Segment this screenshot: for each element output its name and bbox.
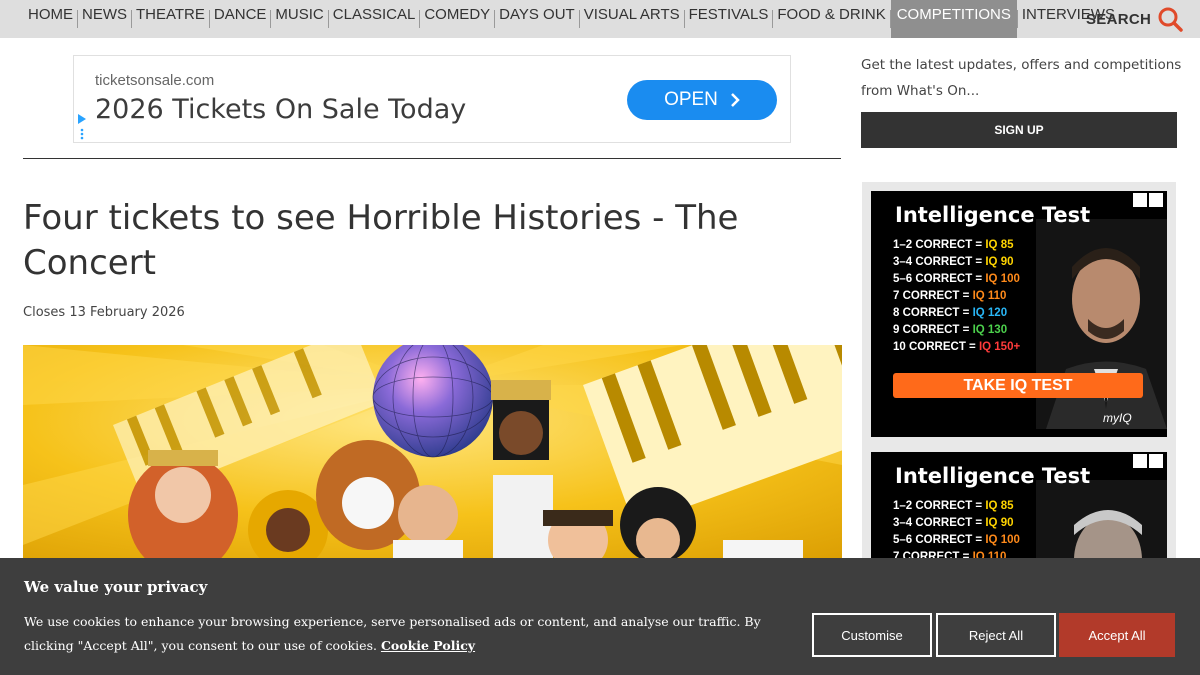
iq-score-row: 1–2 CORRECT = IQ 85 (893, 498, 1020, 515)
iq-brand-logo: myIQ (1103, 411, 1132, 425)
nav-item-theatre[interactable]: THEATRE (132, 0, 209, 38)
iq-ad-list: 1–2 CORRECT = IQ 85 3–4 CORRECT = IQ 90 5–… (893, 498, 1020, 558)
ad-close-icon[interactable] (1149, 454, 1163, 468)
adchoices-icon[interactable] (1133, 454, 1147, 468)
nav-item-festivals[interactable]: FESTIVALS (685, 0, 773, 38)
iq-score-value: IQ 100 (985, 273, 1020, 285)
adchoices-icon[interactable] (77, 112, 87, 142)
ad-domain: ticketsonsale.com (95, 72, 215, 89)
iq-score-value: IQ 90 (985, 256, 1014, 268)
adchoices-icon[interactable] (1133, 193, 1147, 207)
iq-score-row: 5–6 CORRECT = IQ 100 (893, 271, 1020, 288)
nav-item-dance[interactable]: DANCE (210, 0, 271, 38)
ad-open-label: OPEN (664, 89, 718, 110)
iq-score-label: 8 CORRECT = (893, 307, 973, 319)
iq-score-row: 1–2 CORRECT = IQ 85 (893, 237, 1020, 254)
nav-item-food-drink[interactable]: FOOD & DRINK (773, 0, 889, 38)
iq-ad-list: 1–2 CORRECT = IQ 85 3–4 CORRECT = IQ 90 5–… (893, 237, 1020, 356)
iq-score-label: 9 CORRECT = (893, 324, 973, 336)
iq-score-row: 8 CORRECT = IQ 120 (893, 305, 1020, 322)
iq-score-row: 9 CORRECT = IQ 130 (893, 322, 1020, 339)
take-iq-test-button[interactable]: TAKE IQ TEST (893, 373, 1143, 398)
cookie-policy-link[interactable]: Cookie Policy (381, 638, 475, 653)
content-divider (23, 158, 841, 159)
page-title: Four tickets to see Horrible Histories -… (23, 198, 739, 283)
nav-item-days-out[interactable]: DAYS OUT (495, 0, 579, 38)
nav-item-visual-arts[interactable]: VISUAL ARTS (580, 0, 684, 38)
iq-score-label: 10 CORRECT = (893, 341, 979, 353)
search-button[interactable]: SEARCH (1086, 0, 1183, 38)
search-icon (1158, 7, 1183, 32)
search-label: SEARCH (1086, 10, 1152, 28)
cookie-consent-banner: We value your privacy We use cookies to … (0, 558, 1200, 675)
iq-score-value: IQ 120 (972, 307, 1008, 319)
nav-item-music[interactable]: MUSIC (271, 0, 327, 38)
ad-close-icon[interactable] (1149, 193, 1163, 207)
iq-score-value: IQ 90 (985, 517, 1014, 529)
main-navigation: HOME NEWS THEATRE DANCE MUSIC CLASSICAL COMEDY… (0, 0, 1200, 38)
nav-item-classical[interactable]: CLASSICAL (329, 0, 420, 38)
iq-score-value: IQ 85 (985, 239, 1014, 251)
chevron-right-icon (731, 93, 740, 107)
nav-items: HOME NEWS THEATRE DANCE MUSIC CLASSICAL COMEDY… (0, 0, 1119, 38)
iq-score-value: IQ 85 (985, 500, 1014, 512)
iq-score-label: 7 CORRECT = (893, 290, 973, 302)
iq-ad-second[interactable]: Intelligence Test 1–2 CORRECT = IQ 85 3–4… (862, 443, 1176, 558)
nav-item-news[interactable]: NEWS (78, 0, 131, 38)
cookie-title: We value your privacy (24, 578, 208, 596)
iq-score-label: 3–4 CORRECT = (893, 256, 986, 268)
newsletter-text: Get the latest updates, offers and compe… (861, 57, 1182, 99)
iq-ad-title: Intelligence Test (895, 464, 1091, 488)
iq-score-value: IQ 110 (972, 551, 1007, 558)
iq-ad-title: Intelligence Test (895, 203, 1091, 227)
cookie-text: We use cookies to enhance your browsing … (24, 610, 804, 658)
iq-score-row: 7 CORRECT = IQ 110 (893, 549, 1020, 558)
iq-score-label: 5–6 CORRECT = (893, 273, 986, 285)
iq-score-row: 3–4 CORRECT = IQ 90 (893, 254, 1020, 271)
nav-item-home[interactable]: HOME (24, 0, 77, 38)
iq-score-label: 7 CORRECT = (893, 551, 973, 558)
iq-score-label: 3–4 CORRECT = (893, 517, 986, 529)
nav-item-comedy[interactable]: COMEDY (420, 0, 494, 38)
iq-score-row: 5–6 CORRECT = IQ 100 (893, 532, 1020, 549)
iq-score-row: 3–4 CORRECT = IQ 90 (893, 515, 1020, 532)
hero-image (23, 345, 842, 560)
iq-score-label: 1–2 CORRECT = (893, 500, 986, 512)
closing-date: Closes 13 February 2026 (23, 305, 185, 320)
iq-score-value: IQ 110 (972, 290, 1007, 302)
iq-score-value: IQ 100 (985, 534, 1020, 546)
customise-button[interactable]: Customise (812, 613, 932, 657)
iq-score-value: IQ 150+ (978, 341, 1021, 353)
nav-item-competitions[interactable]: COMPETITIONS (890, 0, 1017, 38)
iq-score-label: 1–2 CORRECT = (893, 239, 986, 251)
ad-headline: 2026 Tickets On Sale Today (95, 94, 467, 125)
iq-score-value: IQ 130 (972, 324, 1008, 336)
portrait-image (1036, 480, 1167, 558)
iq-score-label: 5–6 CORRECT = (893, 534, 986, 546)
iq-ad-inner: Intelligence Test 1–2 CORRECT = IQ 85 3–4… (871, 452, 1167, 558)
reject-all-button[interactable]: Reject All (936, 613, 1056, 657)
iq-score-row: 7 CORRECT = IQ 110 (893, 288, 1020, 305)
iq-ad[interactable]: Intelligence Test 1–2 CORRECT = IQ 85 3–4… (862, 182, 1176, 446)
accept-all-button[interactable]: Accept All (1059, 613, 1175, 657)
ad-banner[interactable]: ticketsonsale.com 2026 Tickets On Sale T… (73, 55, 791, 143)
signup-button[interactable]: SIGN UP (861, 112, 1177, 148)
ad-choices-marker[interactable] (1133, 454, 1163, 468)
ad-choices-marker[interactable] (1133, 193, 1163, 207)
iq-ad-inner: Intelligence Test 1–2 CORRECT = IQ 85 3–4… (871, 191, 1167, 437)
iq-score-row: 10 CORRECT = IQ 150+ (893, 339, 1020, 356)
ad-open-button[interactable]: OPEN (627, 80, 777, 120)
